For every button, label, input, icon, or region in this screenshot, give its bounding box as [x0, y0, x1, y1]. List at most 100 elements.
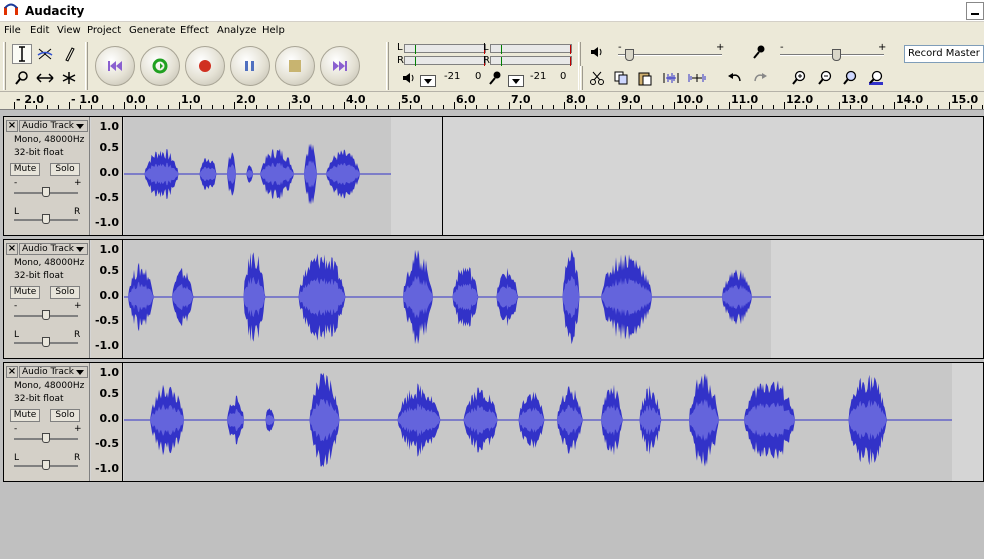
solo-button[interactable]: Solo	[50, 163, 80, 176]
ruler-minor-tick	[663, 105, 664, 109]
ruler-label: - 2.0	[16, 93, 44, 106]
copy-icon[interactable]	[611, 68, 631, 88]
record-meter-menu-button[interactable]	[508, 75, 524, 87]
pan-slider-thumb[interactable]	[42, 460, 50, 470]
fit-project-icon[interactable]	[866, 68, 886, 88]
gain-slider-thumb[interactable]	[42, 310, 50, 320]
redo-icon[interactable]	[750, 68, 770, 88]
record-meter-right[interactable]	[490, 56, 572, 66]
zoom-tool-icon[interactable]	[12, 68, 32, 88]
stop-button[interactable]	[275, 46, 315, 86]
mute-button[interactable]: Mute	[10, 409, 40, 422]
trim-icon[interactable]	[661, 68, 681, 88]
pause-icon	[245, 61, 254, 71]
skip-to-start-button[interactable]	[95, 46, 135, 86]
amplitude-label: -0.5	[94, 191, 119, 204]
loop-play-icon	[152, 58, 168, 74]
multi-tool-icon[interactable]	[59, 68, 79, 88]
toolbar-grip[interactable]	[386, 42, 389, 90]
menu-edit[interactable]: Edit	[30, 25, 49, 36]
waveform-clip[interactable]	[124, 363, 952, 481]
mute-button[interactable]: Mute	[10, 286, 40, 299]
minimize-button[interactable]	[966, 2, 984, 20]
menu-project[interactable]: Project	[87, 25, 121, 36]
ruler-label: 10.0	[676, 93, 704, 106]
undo-icon[interactable]	[725, 68, 745, 88]
ruler-major-tick	[564, 102, 565, 109]
amplitude-label: 0.0	[99, 412, 120, 425]
skip-to-end-button[interactable]	[320, 46, 360, 86]
ruler-minor-tick	[366, 105, 367, 109]
ruler-minor-tick	[267, 105, 268, 109]
ruler-major-tick	[894, 102, 895, 109]
zoom-out-icon[interactable]	[815, 68, 835, 88]
output-volume-thumb[interactable]	[625, 49, 634, 61]
fit-selection-icon[interactable]	[840, 68, 860, 88]
envelope-tool-icon[interactable]	[35, 44, 55, 64]
menu-file[interactable]: File	[4, 25, 21, 36]
record-meter-left[interactable]	[490, 44, 572, 54]
record-button[interactable]	[185, 46, 225, 86]
ruler-major-tick	[69, 102, 70, 109]
selection-tool-icon[interactable]	[12, 44, 32, 64]
toolbar-grip[interactable]	[580, 66, 583, 90]
amplitude-label: -0.5	[94, 437, 119, 450]
timeline-ruler[interactable]: - 2.0- 1.0 0.0 1.0 2.0 3.0 4.0 5.0 6.0 7.0 8.0 9.0…	[0, 92, 984, 110]
play-button[interactable]	[140, 46, 180, 86]
pan-left-label: L	[14, 207, 20, 217]
audio-track[interactable]: × Audio Track Mono, 48000Hz 32-bit float…	[3, 116, 984, 236]
draw-tool-icon[interactable]	[59, 44, 79, 64]
gain-slider-thumb[interactable]	[42, 187, 50, 197]
close-track-icon[interactable]: ×	[6, 120, 18, 132]
menu-effect[interactable]: Effect	[180, 25, 209, 36]
zoom-in-icon[interactable]	[789, 68, 809, 88]
close-track-icon[interactable]: ×	[6, 366, 18, 378]
ruler-minor-tick	[80, 105, 81, 109]
track-control-panel[interactable]: × Audio Track Mono, 48000Hz 32-bit float…	[4, 363, 90, 481]
output-slider-plus: +	[716, 42, 725, 53]
toolbar-grip[interactable]	[3, 42, 6, 90]
waveform-clip[interactable]	[124, 117, 391, 235]
ruler-minor-tick	[905, 105, 906, 109]
track-control-panel[interactable]: × Audio Track Mono, 48000Hz 32-bit float…	[4, 240, 90, 358]
ruler-major-tick	[399, 102, 400, 109]
gain-slider-thumb[interactable]	[42, 433, 50, 443]
audacity-logo-icon	[4, 3, 18, 15]
track-name-menu-button[interactable]: Audio Track	[19, 243, 88, 255]
solo-button[interactable]: Solo	[50, 409, 80, 422]
toolbar-grip[interactable]	[85, 42, 88, 90]
audio-track[interactable]: × Audio Track Mono, 48000Hz 32-bit float…	[3, 362, 984, 482]
menu-generate[interactable]: Generate	[129, 25, 176, 36]
close-track-icon[interactable]: ×	[6, 243, 18, 255]
paste-icon[interactable]	[635, 68, 655, 88]
playback-meter-right[interactable]	[404, 56, 486, 66]
pan-slider-thumb[interactable]	[42, 214, 50, 224]
input-volume-thumb[interactable]	[832, 49, 841, 61]
ruler-minor-tick	[762, 105, 763, 109]
ruler-major-tick	[124, 102, 125, 109]
audio-track[interactable]: × Audio Track Mono, 48000Hz 32-bit float…	[3, 239, 984, 359]
playback-meter-menu-button[interactable]	[420, 75, 436, 87]
speaker-icon	[403, 73, 414, 83]
ruler-minor-tick	[58, 105, 59, 109]
menu-help[interactable]: Help	[262, 25, 285, 36]
silence-icon[interactable]	[687, 68, 707, 88]
track-control-panel[interactable]: × Audio Track Mono, 48000Hz 32-bit float…	[4, 117, 90, 235]
cut-icon[interactable]	[587, 68, 607, 88]
menu-analyze[interactable]: Analyze	[217, 25, 256, 36]
track-name-menu-button[interactable]: Audio Track	[19, 120, 88, 132]
track-name-menu-button[interactable]: Audio Track	[19, 366, 88, 378]
output-volume-icon	[591, 47, 602, 57]
ruler-major-tick	[234, 102, 235, 109]
pan-slider-thumb[interactable]	[42, 337, 50, 347]
pause-button[interactable]	[230, 46, 270, 86]
mute-button[interactable]: Mute	[10, 163, 40, 176]
solo-button[interactable]: Solo	[50, 286, 80, 299]
ruler-minor-tick	[872, 105, 873, 109]
waveform-clip[interactable]	[124, 240, 771, 358]
time-shift-tool-icon[interactable]	[35, 68, 55, 88]
menu-view[interactable]: View	[57, 25, 81, 36]
playback-meter-left[interactable]	[404, 44, 486, 54]
record-source-select[interactable]: Record Master	[904, 45, 984, 63]
ruler-minor-tick	[575, 105, 576, 109]
